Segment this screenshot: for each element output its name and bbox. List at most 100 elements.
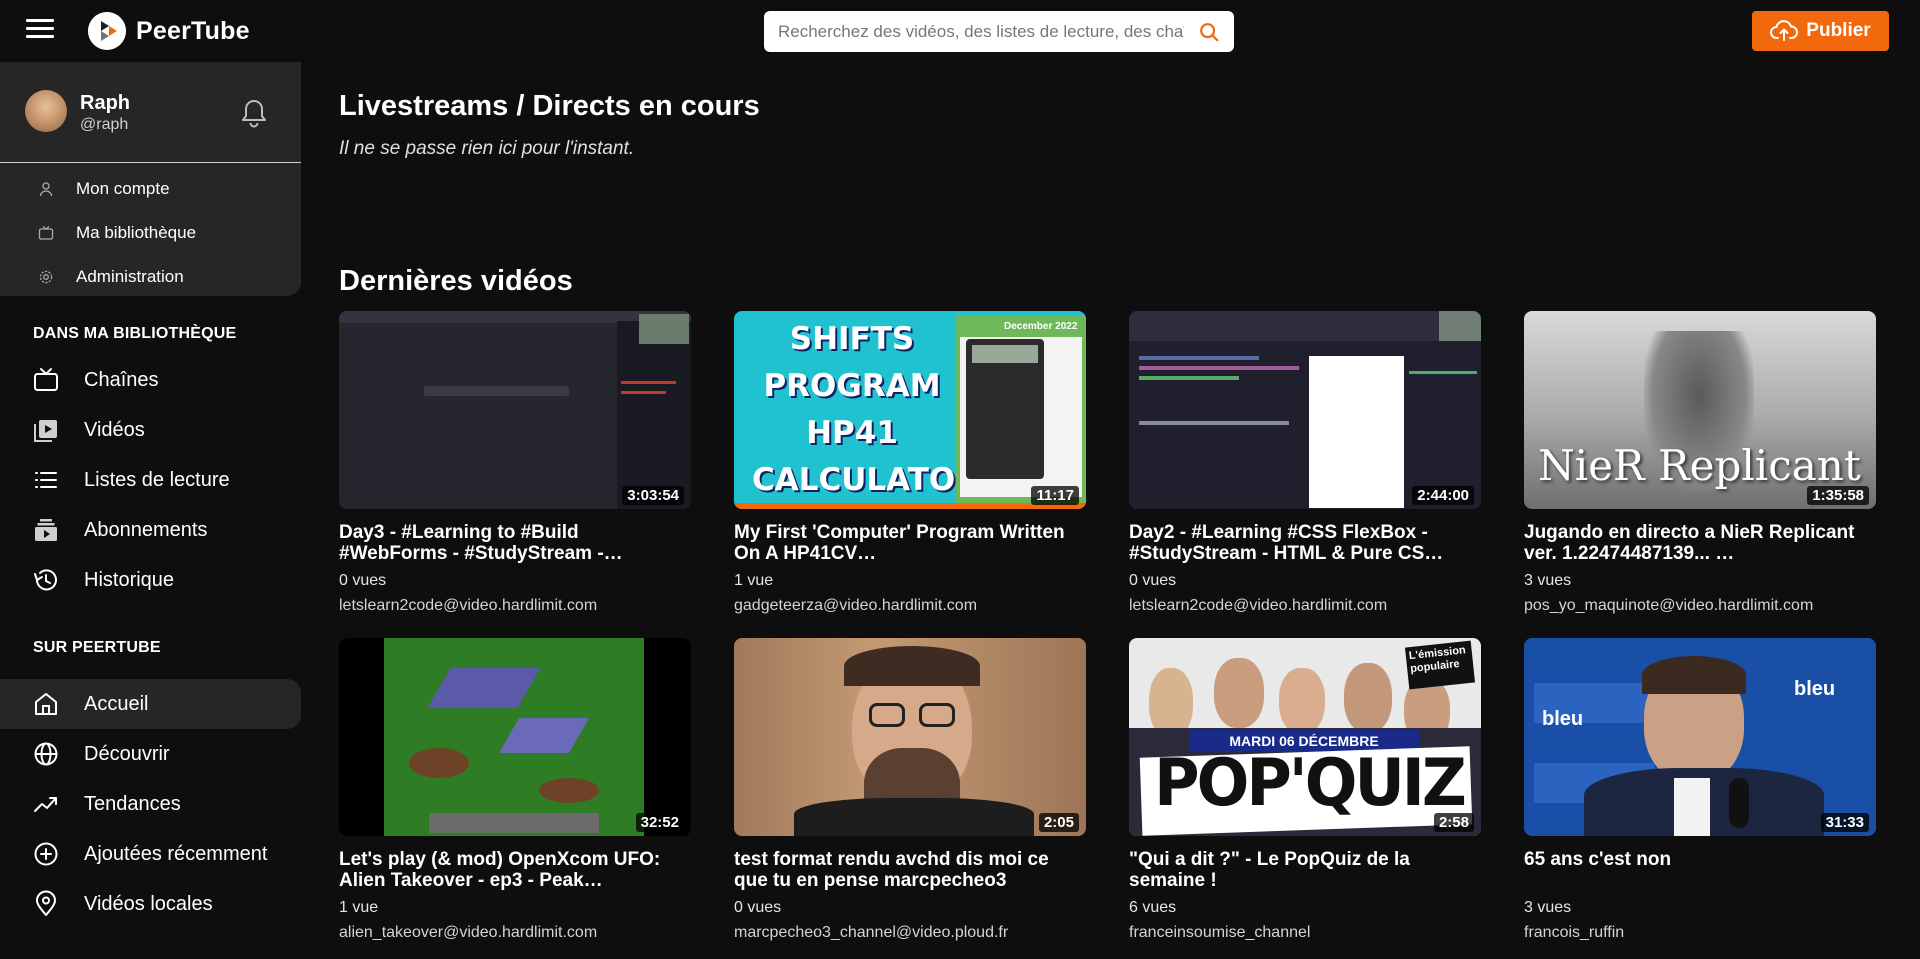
- subscriptions-icon: [35, 519, 57, 541]
- video-channel[interactable]: alien_takeover@video.hardlimit.com: [339, 924, 691, 942]
- menu-toggle-icon[interactable]: [26, 19, 54, 43]
- upload-cloud-icon: [1770, 20, 1799, 41]
- video-views: 0 vues: [1129, 572, 1177, 589]
- thumb-text-line: HP41: [806, 415, 898, 451]
- publish-label: Publier: [1806, 20, 1871, 41]
- thumb-text-line: SHIFTS: [789, 321, 915, 357]
- video-channel[interactable]: marcpecheo3_channel@video.ploud.fr: [734, 924, 1086, 942]
- video-title[interactable]: Day2 - #Learning #CSS FlexBox - #StudySt…: [1129, 522, 1481, 564]
- video-title[interactable]: "Qui a dit ?" - Le PopQuiz de la semaine…: [1129, 849, 1481, 891]
- video-card: SHIFTS PROGRAM HP41 CALCULATOR December …: [734, 311, 1086, 615]
- video-thumbnail[interactable]: L'émission populaire MARDI 06 DÉCEMBRE P…: [1129, 638, 1481, 836]
- video-thumbnail[interactable]: 3:03:54: [339, 311, 691, 509]
- plus-circle-icon: [34, 842, 58, 866]
- peertube-logo[interactable]: PeerTube: [88, 12, 250, 50]
- sidebar-item-videos[interactable]: Vidéos: [0, 405, 301, 455]
- video-card: 32:52 Let's play (& mod) OpenXcom UFO: A…: [339, 638, 691, 942]
- user-panel: Raph @raph Mon compte Ma bibliothèque Ad…: [0, 62, 301, 296]
- notifications-bell-icon[interactable]: [240, 98, 268, 128]
- user-name[interactable]: Raph: [80, 92, 130, 115]
- trending-icon: [34, 797, 57, 812]
- video-channel[interactable]: letslearn2code@video.hardlimit.com: [1129, 597, 1481, 615]
- sidebar-item-label: Chaînes: [84, 368, 159, 391]
- video-duration: 3:03:54: [622, 486, 684, 505]
- video-card: 2:44:00 Day2 - #Learning #CSS FlexBox - …: [1129, 311, 1481, 615]
- video-card: 3:03:54 Day3 - #Learning to #Build #WebF…: [339, 311, 691, 615]
- video-card: bleu bleu 31:33 65 ans c'est non 3 vues …: [1524, 638, 1876, 942]
- app-name: PeerTube: [136, 16, 250, 45]
- user-handle: @raph: [80, 116, 129, 133]
- sidebar-item-history[interactable]: Historique: [0, 555, 301, 605]
- video-views: 3 vues: [1524, 899, 1572, 916]
- search-icon[interactable]: [1198, 21, 1220, 43]
- video-channel[interactable]: franceinsoumise_channel: [1129, 924, 1481, 942]
- video-channel[interactable]: pos_yo_maquinote@video.hardlimit.com: [1524, 597, 1876, 615]
- menu-administration[interactable]: Administration: [0, 255, 301, 299]
- avatar[interactable]: [25, 90, 67, 132]
- video-thumbnail[interactable]: SHIFTS PROGRAM HP41 CALCULATOR December …: [734, 311, 1086, 509]
- sidebar-item-playlists[interactable]: Listes de lecture: [0, 455, 301, 505]
- video-title[interactable]: My First 'Computer' Program Written On A…: [734, 522, 1086, 564]
- video-thumbnail[interactable]: NieR Replicant 1:35:58: [1524, 311, 1876, 509]
- playlist-icon: [35, 472, 57, 488]
- menu-my-account[interactable]: Mon compte: [0, 167, 301, 211]
- sidebar-item-label: Historique: [84, 568, 175, 591]
- video-views: 1 vue: [734, 572, 774, 589]
- sidebar-item-channels[interactable]: Chaînes: [0, 355, 301, 405]
- peertube-section-title: SUR PEERTUBE: [33, 639, 161, 656]
- video-card: L'émission populaire MARDI 06 DÉCEMBRE P…: [1129, 638, 1481, 942]
- video-thumbnail[interactable]: 32:52: [339, 638, 691, 836]
- video-channel[interactable]: letslearn2code@video.hardlimit.com: [339, 597, 691, 615]
- sidebar-item-subscriptions[interactable]: Abonnements: [0, 505, 301, 555]
- thumb-title-text: POP'QUIZ: [1154, 744, 1467, 821]
- video-channel[interactable]: francois_ruffin: [1524, 924, 1876, 942]
- video-thumbnail[interactable]: 2:44:00: [1129, 311, 1481, 509]
- video-thumbnail[interactable]: bleu bleu 31:33: [1524, 638, 1876, 836]
- library-tv-icon: [38, 226, 54, 240]
- user-header: Raph @raph: [0, 62, 301, 163]
- tv-icon: [34, 368, 58, 391]
- sidebar: Raph @raph Mon compte Ma bibliothèque Ad…: [0, 62, 301, 959]
- thumb-calendar-label: December 2022: [1004, 321, 1078, 332]
- sidebar-item-recently-added[interactable]: Ajoutées récemment: [0, 829, 301, 879]
- search-bar: [764, 11, 1234, 52]
- sidebar-item-label: Abonnements: [84, 518, 208, 541]
- video-title[interactable]: test format rendu avchd dis moi ce que t…: [734, 849, 1086, 891]
- video-duration: 2:05: [1038, 813, 1079, 832]
- gear-icon: [39, 270, 53, 284]
- video-duration: 1:35:58: [1807, 486, 1869, 505]
- video-thumbnail[interactable]: 2:05: [734, 638, 1086, 836]
- history-icon: [34, 569, 57, 591]
- search-input[interactable]: [764, 21, 1184, 42]
- menu-my-library-label: Ma bibliothèque: [76, 223, 197, 242]
- user-icon: [39, 182, 53, 197]
- globe-icon: [34, 742, 58, 766]
- location-icon: [36, 890, 56, 916]
- video-title[interactable]: Let's play (& mod) OpenXcom UFO: Alien T…: [339, 849, 691, 891]
- sidebar-item-label: Découvrir: [84, 742, 170, 765]
- thumb-badge: L'émission populaire: [1404, 640, 1476, 690]
- menu-my-library[interactable]: Ma bibliothèque: [0, 211, 301, 255]
- sidebar-item-discover[interactable]: Découvrir: [0, 729, 301, 779]
- livestreams-empty-message: Il ne se passe rien ici pour l'instant.: [339, 138, 635, 159]
- video-duration: 2:44:00: [1412, 486, 1474, 505]
- top-bar: PeerTube Publier: [0, 0, 1920, 62]
- sidebar-item-home[interactable]: Accueil: [0, 679, 301, 729]
- video-duration: 31:33: [1820, 813, 1869, 832]
- video-duration: 11:17: [1031, 486, 1079, 505]
- video-channel[interactable]: gadgeteerza@video.hardlimit.com: [734, 597, 1086, 615]
- video-views: 0 vues: [339, 572, 387, 589]
- latest-videos-title: Dernières vidéos: [339, 265, 573, 297]
- video-title[interactable]: Day3 - #Learning to #Build #WebForms - #…: [339, 522, 691, 564]
- publish-button[interactable]: Publier: [1752, 11, 1889, 51]
- thumb-text-line: PROGRAM: [763, 368, 941, 404]
- peertube-logo-icon: [88, 12, 126, 50]
- video-title[interactable]: 65 ans c'est non: [1524, 849, 1876, 891]
- sidebar-item-local-videos[interactable]: Vidéos locales: [0, 879, 301, 929]
- sidebar-item-label: Vidéos: [84, 418, 145, 441]
- video-views: 1 vue: [339, 899, 379, 916]
- video-views: 6 vues: [1129, 899, 1177, 916]
- sidebar-item-trending[interactable]: Tendances: [0, 779, 301, 829]
- video-title[interactable]: Jugando en directo a NieR Replicant ver.…: [1524, 522, 1876, 564]
- sidebar-item-label: Accueil: [84, 692, 149, 715]
